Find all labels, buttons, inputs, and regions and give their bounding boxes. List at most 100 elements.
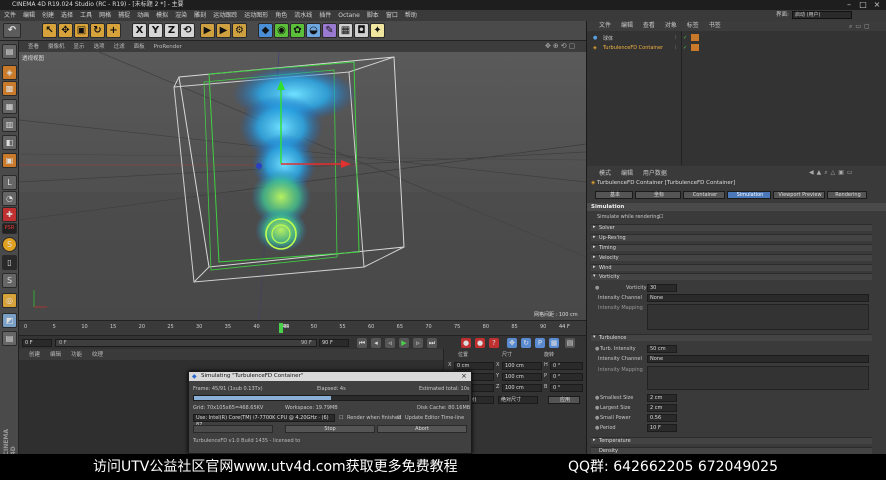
om-nav-icons[interactable]: ⌕▭▢ bbox=[849, 23, 883, 30]
group-temperature[interactable]: Temperature bbox=[591, 437, 872, 444]
key-rotation-icon[interactable]: P bbox=[535, 338, 545, 348]
floor-icon[interactable]: ▦ bbox=[338, 23, 353, 38]
close-icon[interactable]: × bbox=[870, 0, 884, 10]
psr-icon[interactable]: PSR bbox=[2, 223, 17, 234]
om-menu-item[interactable]: 编辑 bbox=[621, 22, 633, 29]
menu-item[interactable]: 帮助 bbox=[405, 12, 417, 19]
material-menu-item[interactable]: 纹理 bbox=[92, 352, 103, 358]
layer-icon[interactable]: ▤ bbox=[2, 331, 17, 346]
x-axis-button[interactable]: X bbox=[132, 23, 147, 38]
previous-frame-icon[interactable]: ◃ bbox=[385, 338, 395, 348]
group-wind[interactable]: Wind bbox=[591, 264, 872, 271]
group-timing[interactable]: Timing bbox=[591, 244, 872, 251]
size-z-field[interactable]: 100 cm bbox=[502, 384, 542, 392]
viewport-menu-item[interactable]: 查看 bbox=[28, 44, 39, 50]
size-mode-dropdown[interactable]: 绝对尺寸 bbox=[498, 396, 538, 404]
menu-item[interactable]: 插件 bbox=[319, 12, 331, 19]
key-param-icon[interactable]: ▦ bbox=[549, 338, 559, 348]
start-frame-field[interactable]: 0 F bbox=[22, 339, 52, 347]
tab-rendering[interactable]: Rendering bbox=[827, 191, 867, 199]
dialog-close-icon[interactable]: × bbox=[461, 372, 467, 380]
viewport-menu-item[interactable]: 过滤 bbox=[114, 44, 125, 50]
keyframe-dot-icon[interactable]: ● bbox=[595, 405, 599, 411]
rotate-tool-icon[interactable]: ↻ bbox=[90, 23, 105, 38]
key-position-icon[interactable]: ✥ bbox=[507, 338, 517, 348]
vorticity-field[interactable]: 30 bbox=[647, 284, 677, 292]
smallest-size-field[interactable]: 2 cm bbox=[647, 394, 677, 402]
object-row[interactable]: ● 球体 ⁞ ✓ bbox=[591, 34, 883, 43]
group-density[interactable]: Density bbox=[591, 447, 872, 454]
next-frame-icon[interactable]: ▹ bbox=[413, 338, 423, 348]
keyframe-dot-icon[interactable]: ● bbox=[595, 395, 599, 401]
attr-menu-item[interactable]: 编辑 bbox=[621, 170, 633, 177]
tab-simulation[interactable]: Simulation bbox=[727, 191, 771, 199]
menu-item[interactable]: 运动图形 bbox=[244, 12, 268, 19]
coordinate-system-icon[interactable]: ⟲ bbox=[180, 23, 195, 38]
menu-item[interactable]: 网格 bbox=[99, 12, 111, 19]
attr-nav-icons[interactable]: ◀▲⌕△▣▭ bbox=[809, 169, 883, 177]
select-tool-icon[interactable]: ↖ bbox=[42, 23, 57, 38]
menu-item[interactable]: 角色 bbox=[275, 12, 287, 19]
menu-item[interactable]: Octane bbox=[338, 12, 360, 19]
render-picture-icon[interactable]: ▶ bbox=[216, 23, 231, 38]
visibility-dots-icon[interactable]: ⁞ bbox=[675, 45, 677, 51]
menu-item[interactable]: 窗口 bbox=[386, 12, 398, 19]
viewport-menu-item[interactable]: 选项 bbox=[94, 44, 105, 50]
group-vorticity[interactable]: Vorticity bbox=[591, 273, 872, 280]
preview-range-slider[interactable] bbox=[55, 339, 317, 347]
keyframe-dot-icon[interactable]: ● bbox=[595, 285, 599, 291]
simulate-checkbox[interactable]: ☐ bbox=[659, 214, 663, 220]
render-settings-icon[interactable]: ⚙ bbox=[232, 23, 247, 38]
viewport-menu-item[interactable]: 摄像机 bbox=[48, 44, 65, 50]
object-axis-icon[interactable]: ▣ bbox=[2, 153, 17, 168]
y-axis-button[interactable]: Y bbox=[148, 23, 163, 38]
turb-intensity-field[interactable]: 50 cm bbox=[647, 345, 677, 353]
lock-icon[interactable]: ▯ bbox=[2, 255, 17, 270]
auto-key-icon[interactable]: ● bbox=[475, 338, 485, 348]
rot-b-field[interactable]: 0 ° bbox=[550, 384, 583, 392]
apply-button[interactable]: 应用 bbox=[548, 396, 580, 404]
check-icon[interactable]: ✓ bbox=[683, 35, 687, 41]
group-velocity[interactable]: Velocity bbox=[591, 254, 872, 261]
menu-item[interactable]: 文件 bbox=[4, 12, 16, 19]
keyframe-dot-icon[interactable]: ● bbox=[595, 415, 599, 421]
intensity-channel-dropdown[interactable]: None bbox=[647, 294, 869, 302]
z-axis-button[interactable]: Z bbox=[164, 23, 179, 38]
undo-icon[interactable]: ↶ bbox=[3, 23, 21, 38]
turb-channel-dropdown[interactable]: None bbox=[647, 355, 869, 363]
menu-item[interactable]: 雕刻 bbox=[194, 12, 206, 19]
viewport-menu-item[interactable]: 面板 bbox=[134, 44, 145, 50]
menu-item[interactable]: 创建 bbox=[42, 12, 54, 19]
attr-menu-item[interactable]: 用户数据 bbox=[643, 170, 667, 177]
cube-icon[interactable]: ◆ bbox=[258, 23, 273, 38]
go-to-start-icon[interactable]: ⏮ bbox=[357, 338, 367, 348]
menu-item[interactable]: 捕捉 bbox=[118, 12, 130, 19]
abort-button[interactable]: Abort bbox=[377, 425, 467, 433]
play-icon[interactable]: ▶ bbox=[399, 338, 409, 348]
edge-mode-icon[interactable]: ▥ bbox=[2, 117, 17, 132]
menu-item[interactable]: 运动跟踪 bbox=[213, 12, 237, 19]
move-tool-icon[interactable]: ✥ bbox=[58, 23, 73, 38]
tab-basic[interactable]: 基本 bbox=[595, 191, 633, 199]
om-menu-item[interactable]: 文件 bbox=[599, 22, 611, 29]
material-menu-item[interactable]: 功能 bbox=[71, 352, 82, 358]
deformer-icon[interactable]: ◒ bbox=[306, 23, 321, 38]
pos-x-field[interactable]: 0 cm bbox=[454, 362, 494, 370]
menu-item[interactable]: 渲染 bbox=[175, 12, 187, 19]
om-menu-item[interactable]: 书签 bbox=[709, 22, 721, 29]
group-solver[interactable]: Solver bbox=[591, 224, 872, 231]
device-dropdown[interactable]: Use: Intel(R) Core(TM) i7-7700K CPU @ 4.… bbox=[193, 414, 335, 428]
s-plugin-icon[interactable]: S bbox=[2, 237, 17, 252]
spline-icon[interactable]: ✎ bbox=[322, 23, 337, 38]
grid-snap-icon[interactable]: ◎ bbox=[2, 293, 17, 308]
render-view-icon[interactable]: ▶ bbox=[200, 23, 215, 38]
texture-mode-icon[interactable]: ▩ bbox=[2, 81, 17, 96]
end-frame-field[interactable]: 90 F bbox=[319, 339, 349, 347]
update-checkbox[interactable]: ☑ bbox=[397, 415, 401, 421]
viewport-menu-item[interactable]: ProRender bbox=[154, 44, 182, 50]
om-menu-item[interactable]: 标签 bbox=[687, 22, 699, 29]
scale-tool-icon[interactable]: ▣ bbox=[74, 23, 89, 38]
quantize-icon[interactable]: ◩ bbox=[2, 313, 17, 328]
menu-item[interactable]: 流水线 bbox=[294, 12, 312, 19]
menu-item[interactable]: 动画 bbox=[137, 12, 149, 19]
